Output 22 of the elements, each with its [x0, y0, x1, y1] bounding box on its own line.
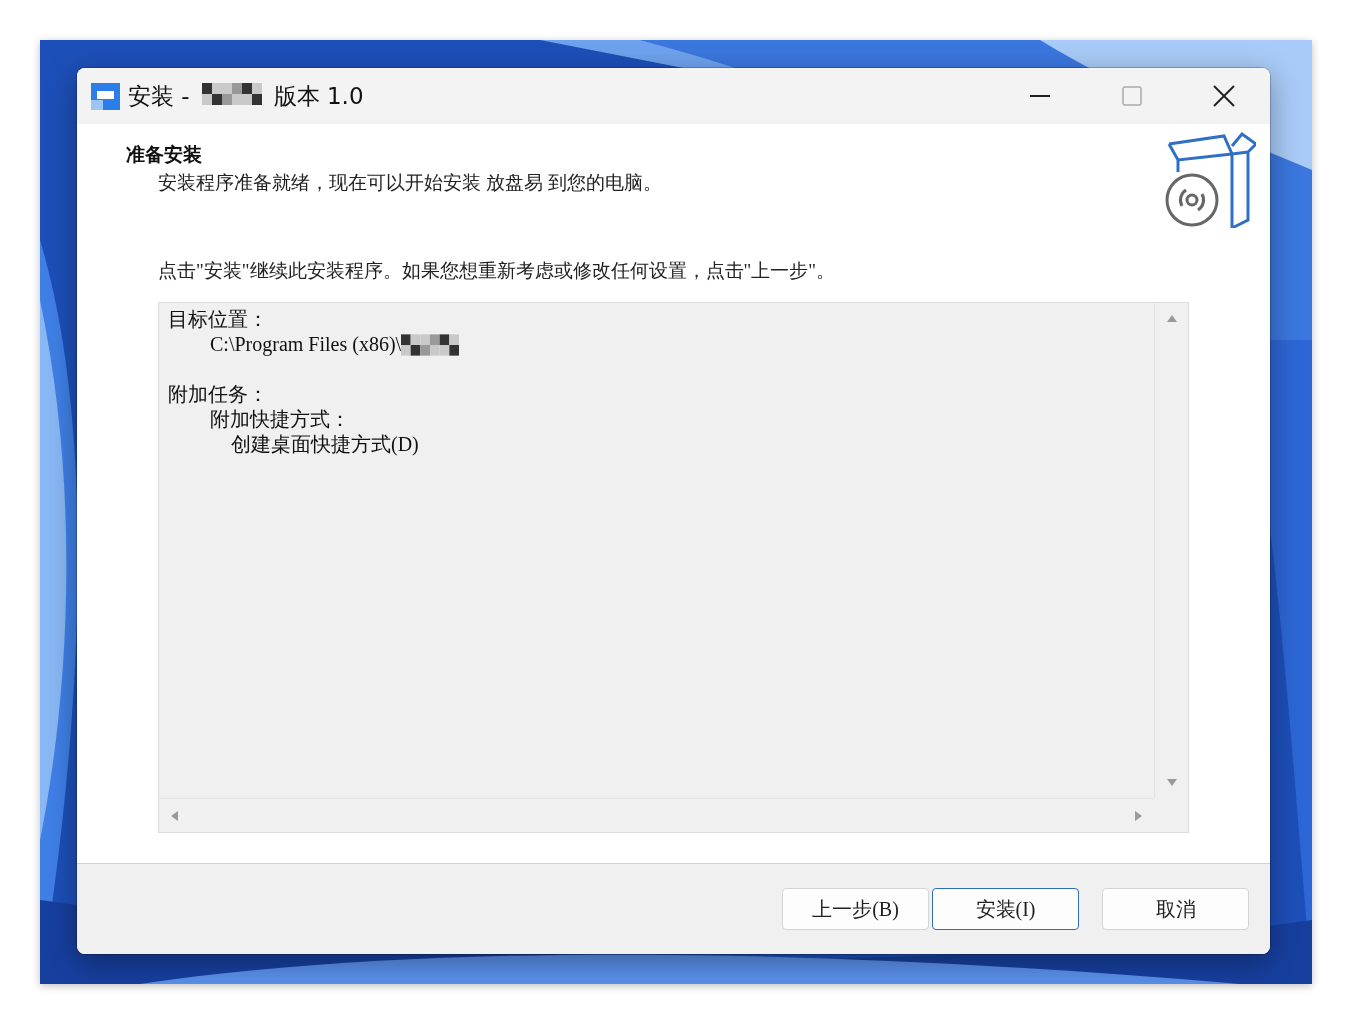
scroll-left-icon[interactable]	[171, 810, 178, 821]
instruction-text: 点击"安装"继续此安装程序。如果您想重新考虑或修改任何设置，点击"上一步"。	[158, 259, 837, 283]
page-description: 安装程序准备就绪，现在可以开始安装 放盘易 到您的电脑。	[158, 171, 663, 195]
scroll-up-icon[interactable]	[1166, 315, 1177, 322]
window-title: 版本 1.0	[273, 81, 364, 111]
summary-text: 创建桌面快捷方式(D)	[231, 432, 419, 457]
dialog-button[interactable]: 上一步(B)	[782, 888, 929, 930]
page-heading: 准备安装	[126, 143, 203, 167]
summary-text: 目标位置：	[168, 307, 268, 332]
window-title: 安装 -	[128, 81, 190, 111]
scroll-down-icon[interactable]	[1166, 779, 1177, 786]
minimize-icon	[1030, 95, 1050, 97]
summary-text: 附加快捷方式：	[210, 407, 350, 432]
app-icon	[91, 82, 120, 110]
scroll-right-icon[interactable]	[1135, 810, 1142, 821]
summary-text: 附加任务：	[168, 382, 268, 407]
maximize-icon	[1122, 86, 1142, 106]
box-with-disc-icon	[1164, 132, 1256, 228]
dialog-button[interactable]: 安装(I)	[932, 888, 1079, 930]
close-icon	[1213, 85, 1235, 107]
dialog-button[interactable]: 取消	[1102, 888, 1249, 930]
summary-text: C:\Program Files (x86)\	[210, 332, 402, 357]
